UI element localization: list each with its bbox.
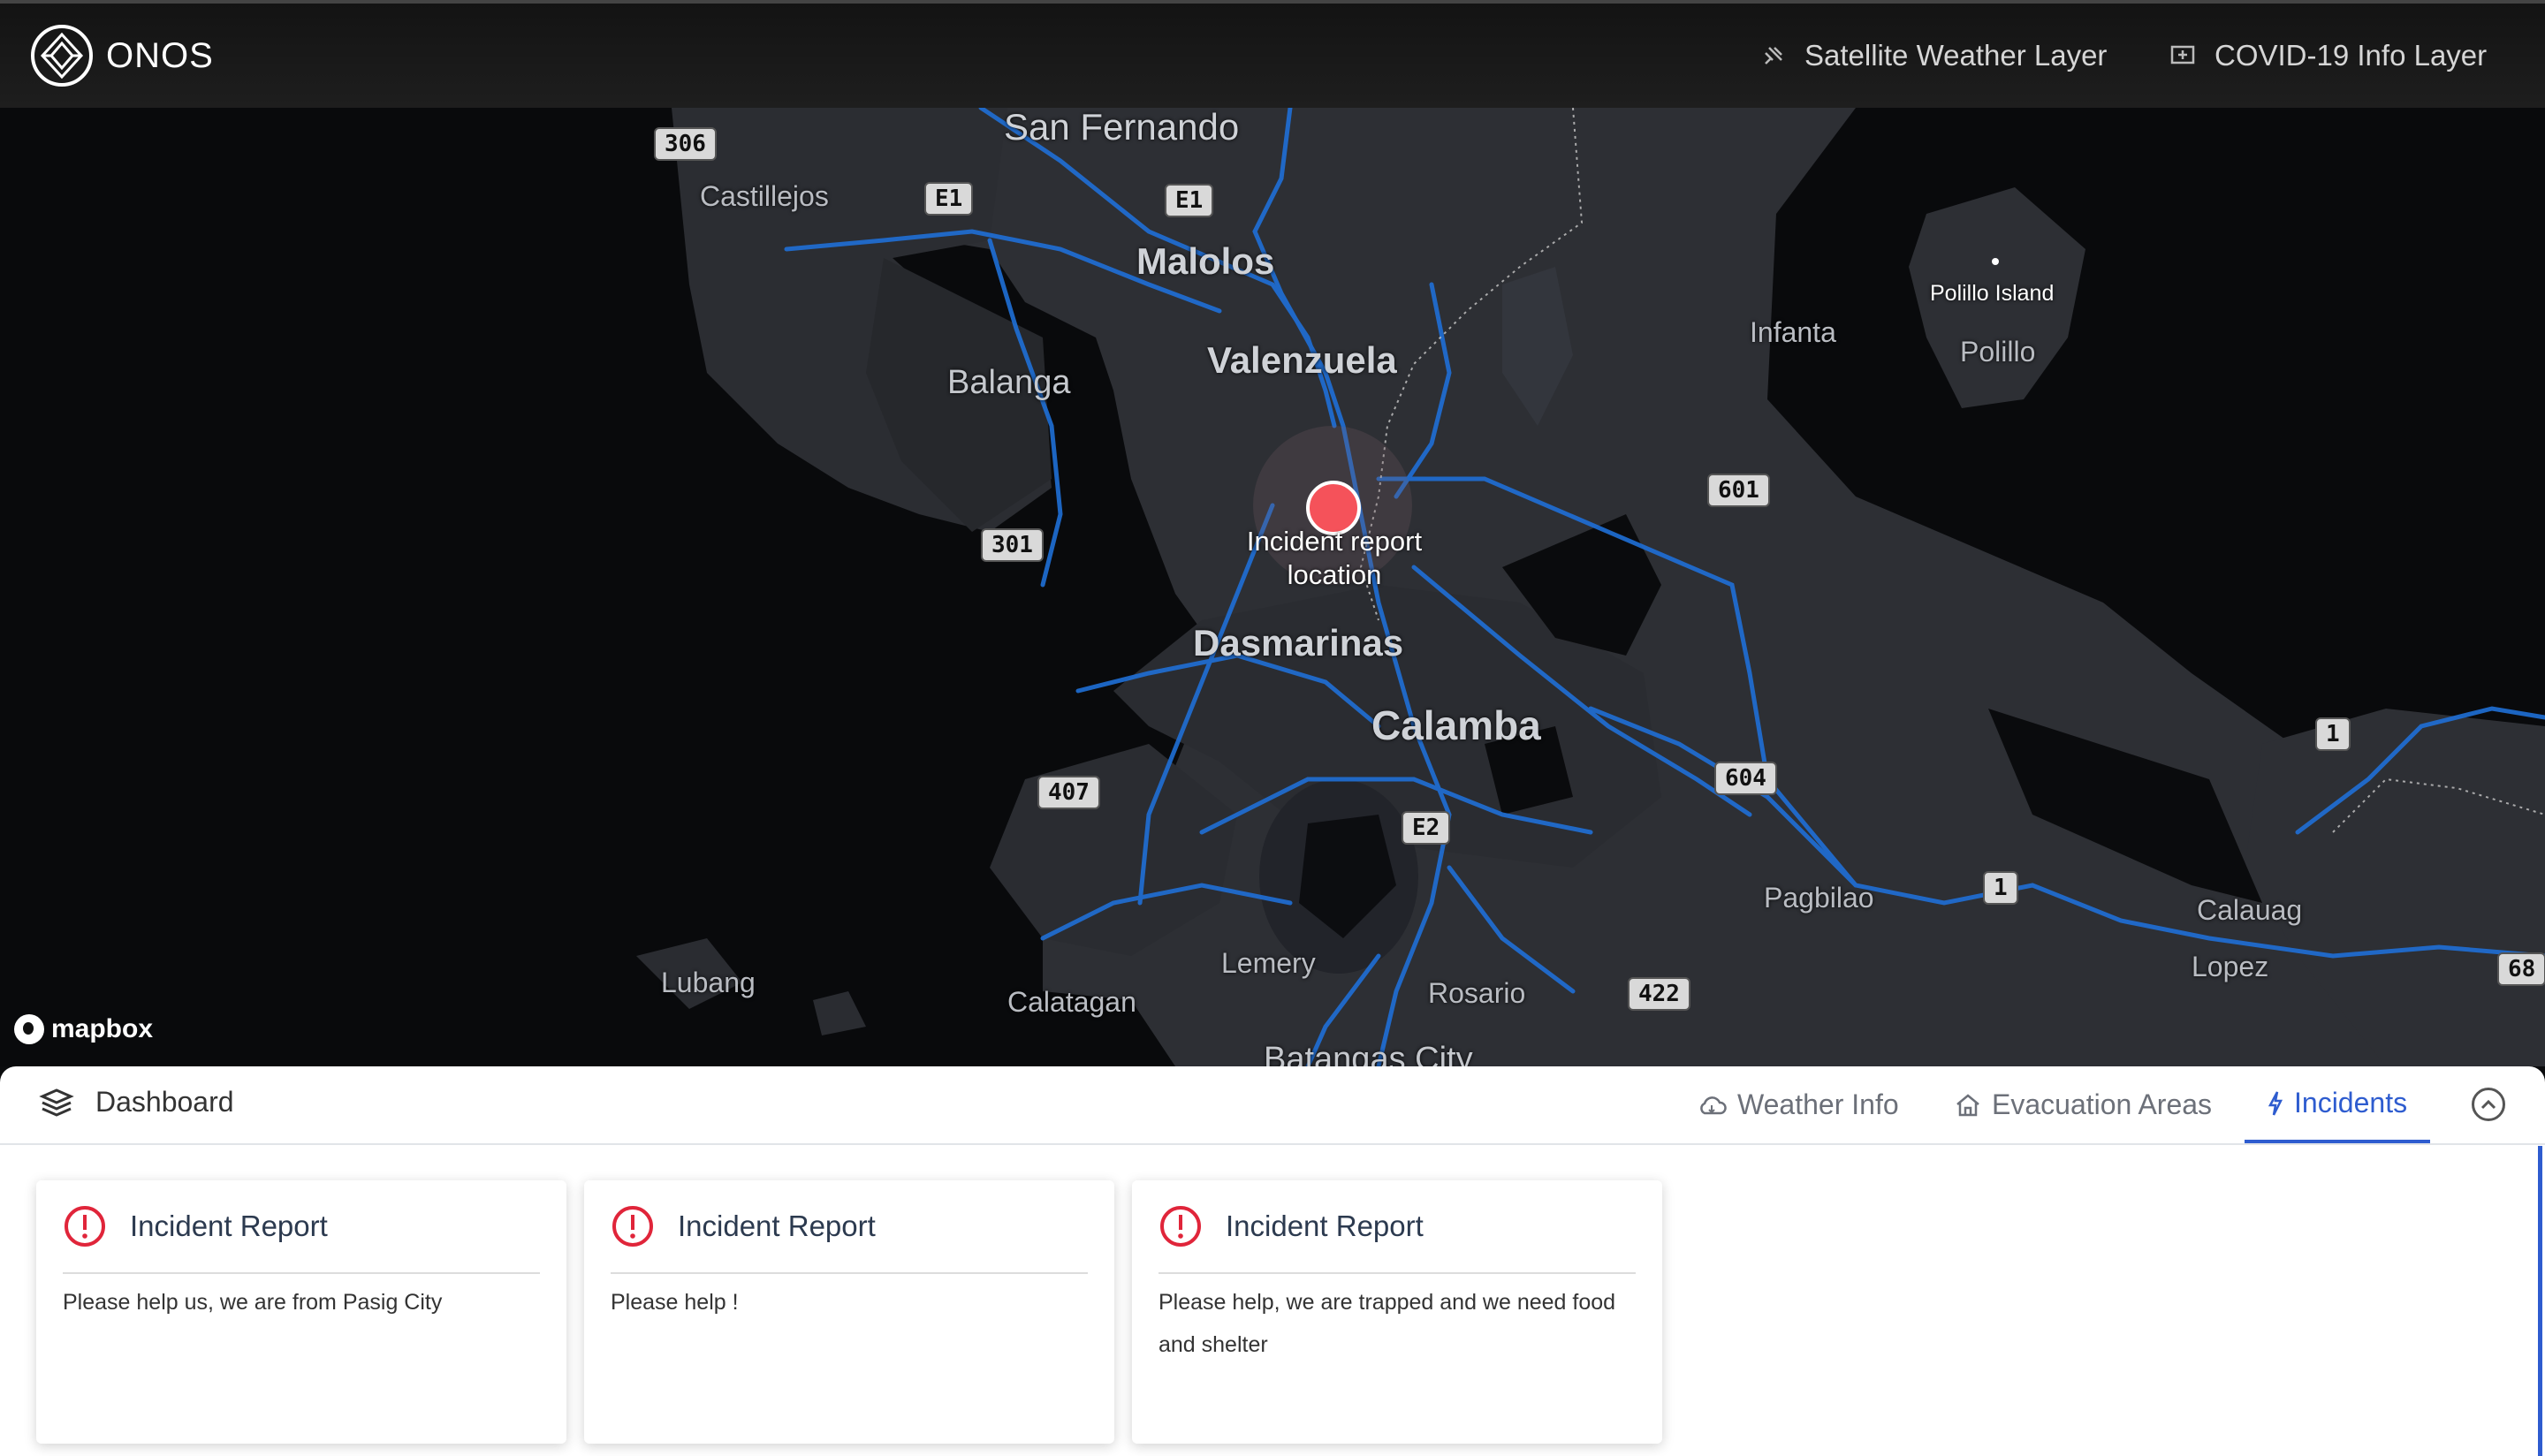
tab-evacuation-areas[interactable]: Evacuation Areas xyxy=(1955,1066,2212,1143)
collapse-panel-button[interactable] xyxy=(2472,1088,2505,1121)
tab-weather-info-label: Weather Info xyxy=(1737,1088,1899,1120)
place-label: Infanta xyxy=(1750,316,1836,348)
place-label: Calamba xyxy=(1371,702,1541,748)
place-label: Dasmarinas xyxy=(1193,622,1404,664)
road-shield: 1 xyxy=(2315,717,2351,751)
bolt-icon xyxy=(2268,1090,2283,1116)
satellite-icon xyxy=(1765,47,1782,64)
alert-icon xyxy=(65,1206,105,1247)
tab-incidents-label: Incidents xyxy=(2294,1087,2408,1119)
road-shield: 604 xyxy=(1714,762,1777,795)
incident-card-header: Incident Report xyxy=(1159,1180,1636,1274)
place-label: Calauag xyxy=(2197,894,2303,926)
mapbox-attribution[interactable]: mapbox xyxy=(14,1014,153,1044)
layers-icon xyxy=(39,1088,74,1117)
road-shield: 601 xyxy=(1707,474,1770,507)
place-label: Rosario xyxy=(1428,977,1526,1009)
road-shield: E1 xyxy=(924,182,974,216)
incident-card-title: Incident Report xyxy=(130,1210,328,1242)
cloud-icon xyxy=(1700,1096,1727,1114)
place-label: San Fernando xyxy=(1004,108,1240,148)
satellite-weather-layer-label: Satellite Weather Layer xyxy=(1804,39,2108,72)
place-label: Pagbilao xyxy=(1764,882,1874,914)
place-label: Lubang xyxy=(661,967,756,998)
place-label: Polillo xyxy=(1960,336,2036,368)
incident-card-message: Please help, we are trapped and we need … xyxy=(1159,1290,1616,1357)
road-shield: 68 xyxy=(2497,952,2545,986)
place-label: Polillo Island xyxy=(1930,281,2055,306)
dashboard-header: Dashboard Weather Info Evacuation Areas … xyxy=(0,1066,2545,1145)
alert-icon xyxy=(612,1206,653,1247)
incident-card-message: Please help us, we are from Pasig City xyxy=(63,1290,443,1315)
road-shield: 1 xyxy=(1983,871,2018,905)
place-label: Lemery xyxy=(1221,947,1316,979)
place-dot xyxy=(1992,258,1999,265)
alert-icon xyxy=(1160,1206,1201,1247)
incident-card-header: Incident Report xyxy=(611,1180,1088,1274)
map-view[interactable]: San Fernando Malolos Valenzuela Dasmarin… xyxy=(0,108,2545,1066)
covid-layer-icon xyxy=(2170,45,2195,64)
incident-card[interactable]: Incident Report Please help us, we are f… xyxy=(36,1180,566,1444)
mapbox-logo-icon xyxy=(14,1014,44,1044)
app-name: ONOS xyxy=(106,35,214,75)
place-label: Calatagan xyxy=(1007,986,1136,1018)
incident-marker-label: Incident report location xyxy=(1246,526,1423,590)
onos-logo-icon xyxy=(31,25,93,87)
covid-info-layer-button[interactable]: COVID-19 Info Layer xyxy=(2170,4,2487,108)
app-logo[interactable]: ONOS xyxy=(30,24,214,87)
top-bar: ONOS Satellite Weather Layer COVID-19 In… xyxy=(0,0,2545,108)
incident-card-title: Incident Report xyxy=(1226,1210,1424,1242)
place-label: Balanga xyxy=(947,364,1071,401)
road-shield: 301 xyxy=(981,528,1044,562)
incident-card[interactable]: Incident Report Please help, we are trap… xyxy=(1132,1180,1662,1444)
road-shield: E2 xyxy=(1402,811,1451,845)
road-shield: 407 xyxy=(1037,776,1100,809)
satellite-weather-layer-button[interactable]: Satellite Weather Layer xyxy=(1762,4,2107,108)
incident-card[interactable]: Incident Report Please help ! xyxy=(584,1180,1114,1444)
road-shield: 306 xyxy=(654,127,717,161)
place-label: Castillejos xyxy=(700,180,829,212)
scrollbar[interactable] xyxy=(2538,1146,2542,1456)
incident-card-title: Incident Report xyxy=(678,1210,876,1242)
dashboard-title-text: Dashboard xyxy=(95,1086,234,1118)
mapbox-attribution-text: mapbox xyxy=(51,1014,154,1043)
covid-info-layer-label: COVID-19 Info Layer xyxy=(2215,39,2488,72)
tab-incidents[interactable]: Incidents xyxy=(2245,1066,2430,1143)
tab-evacuation-areas-label: Evacuation Areas xyxy=(1992,1088,2213,1120)
home-icon xyxy=(1956,1093,1979,1116)
place-label: Valenzuela xyxy=(1207,339,1397,381)
place-label: Batangas City xyxy=(1264,1041,1473,1066)
tab-weather-info[interactable]: Weather Info xyxy=(1697,1066,1899,1143)
road-shield: E1 xyxy=(1165,184,1214,217)
road-shield: 422 xyxy=(1628,977,1690,1011)
incident-card-message: Please help ! xyxy=(611,1290,739,1315)
place-label: Lopez xyxy=(2192,951,2269,982)
chevron-up-icon xyxy=(2480,1099,2496,1110)
dashboard-title: Dashboard xyxy=(39,1086,234,1119)
incident-card-header: Incident Report xyxy=(63,1180,540,1274)
place-label: Malolos xyxy=(1136,240,1275,282)
